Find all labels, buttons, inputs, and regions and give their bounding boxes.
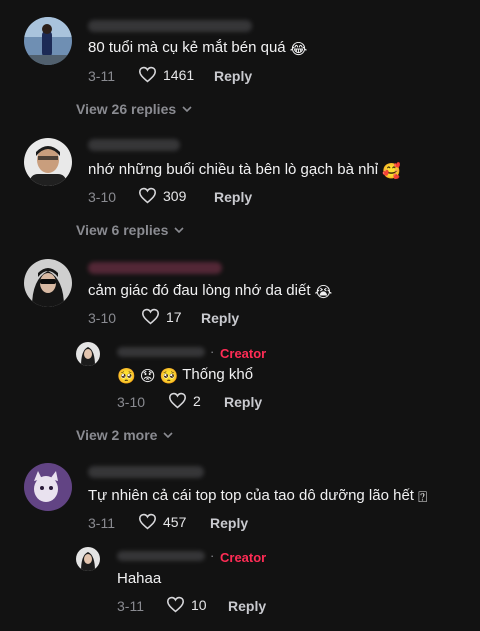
avatar[interactable] bbox=[24, 17, 72, 65]
comment-date: 3-10 bbox=[88, 189, 117, 205]
like-button[interactable]: 2 bbox=[168, 392, 201, 409]
username-blurred[interactable] bbox=[117, 551, 205, 561]
separator-dot: · bbox=[210, 344, 215, 359]
creator-avatar[interactable] bbox=[76, 342, 100, 366]
username-blurred[interactable] bbox=[88, 139, 180, 151]
heart-icon bbox=[166, 596, 185, 613]
like-count: 17 bbox=[166, 308, 182, 325]
like-button[interactable]: 309 bbox=[138, 187, 186, 204]
comment-text: 80 tuổi mà cụ kẻ mắt bén quá 😂 bbox=[88, 39, 308, 58]
like-count: 309 bbox=[163, 187, 187, 204]
heart-icon bbox=[138, 66, 157, 83]
reply-text: Hahaa bbox=[117, 570, 162, 587]
comment-date: 3-10 bbox=[88, 310, 117, 326]
view-replies-button[interactable]: View 6 replies bbox=[76, 222, 184, 238]
username-blurred[interactable] bbox=[88, 20, 252, 32]
separator-dot: · bbox=[210, 548, 215, 563]
username-blurred[interactable] bbox=[88, 262, 222, 274]
creator-badge: Creator bbox=[220, 550, 267, 565]
comment-date: 3-11 bbox=[88, 68, 115, 84]
view-replies-button[interactable]: View 26 replies bbox=[76, 101, 192, 117]
like-count: 2 bbox=[193, 392, 201, 409]
reply-button[interactable]: Reply bbox=[214, 68, 252, 84]
reply-date: 3-10 bbox=[117, 394, 146, 410]
chevron-down-icon bbox=[163, 432, 174, 438]
view-more-replies-button[interactable]: View 2 more bbox=[76, 427, 174, 443]
reply-text: 🥺 😟 🥺 Thống khổ bbox=[117, 366, 254, 385]
creator-avatar[interactable] bbox=[76, 547, 100, 571]
heart-icon bbox=[138, 187, 157, 204]
username-blurred[interactable] bbox=[88, 466, 204, 478]
reply-button[interactable]: Reply bbox=[224, 394, 262, 410]
chevron-down-icon bbox=[174, 227, 184, 233]
like-button[interactable]: 1461 bbox=[138, 66, 194, 83]
comment-date: 3-11 bbox=[88, 515, 115, 531]
creator-badge: Creator bbox=[220, 346, 267, 361]
comment-text: nhớ những buổi chiều tà bên lò gạch bà n… bbox=[88, 161, 401, 180]
like-count: 1461 bbox=[163, 66, 195, 83]
pleading-emoji: 🥺 😟 🥺 bbox=[117, 368, 179, 385]
chevron-down-icon bbox=[182, 106, 192, 112]
missing-glyph-icon: ⍰ bbox=[418, 489, 428, 506]
crying-emoji: 😭 bbox=[314, 284, 333, 301]
comment-text: Tự nhiên cả cái top top của tao dô dưỡng… bbox=[88, 487, 428, 506]
username-blurred[interactable] bbox=[117, 347, 205, 357]
like-button[interactable]: 10 bbox=[166, 596, 207, 613]
heart-icon bbox=[168, 392, 187, 409]
like-button[interactable]: 17 bbox=[141, 308, 182, 325]
reply-button[interactable]: Reply bbox=[201, 310, 239, 326]
heart-icon bbox=[138, 513, 157, 530]
avatar[interactable] bbox=[24, 138, 72, 186]
reply-date: 3-11 bbox=[117, 598, 144, 614]
heart-icon bbox=[141, 308, 160, 325]
like-count: 457 bbox=[163, 513, 187, 530]
reply-button[interactable]: Reply bbox=[210, 515, 248, 531]
avatar[interactable] bbox=[24, 259, 72, 307]
reply-button[interactable]: Reply bbox=[228, 598, 266, 614]
like-button[interactable]: 457 bbox=[138, 513, 186, 530]
reply-button[interactable]: Reply bbox=[214, 189, 252, 205]
laughing-emoji: 😂 bbox=[289, 41, 308, 58]
comment-text: cảm giác đó đau lòng nhớ da diết 😭 bbox=[88, 282, 333, 301]
smiling-hearts-emoji: 🥰 bbox=[382, 163, 401, 180]
avatar[interactable] bbox=[24, 463, 72, 511]
like-count: 10 bbox=[191, 596, 207, 613]
